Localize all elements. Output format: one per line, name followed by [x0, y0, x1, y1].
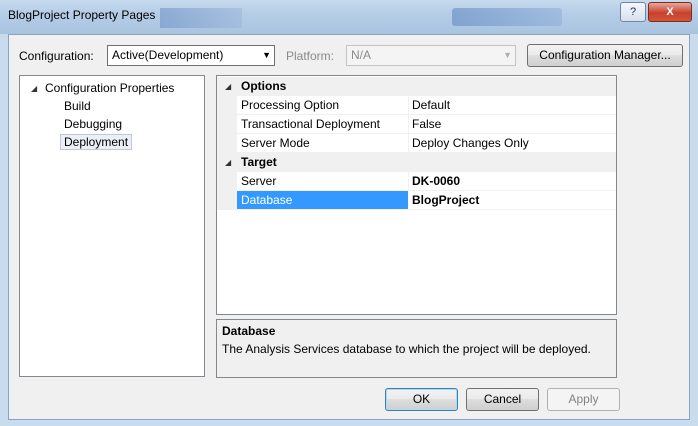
expanded-triangle-icon[interactable]: ◢ — [225, 77, 231, 96]
property-row[interactable]: Server DK-0060 — [217, 172, 616, 191]
category-label: Options — [241, 79, 287, 93]
description-title: Database — [222, 324, 276, 338]
category-label: Target — [241, 155, 277, 169]
property-row-selected[interactable]: Database BlogProject — [217, 191, 616, 210]
chevron-down-icon: ▼ — [262, 50, 271, 60]
close-button[interactable]: X — [648, 2, 692, 22]
configuration-dropdown[interactable]: Active(Development) ▼ — [107, 45, 275, 66]
selected-property-name[interactable]: Database — [237, 191, 408, 210]
background-glass-reflection — [452, 8, 562, 26]
background-glass-reflection — [160, 8, 242, 28]
platform-dropdown[interactable]: N/A ▼ — [346, 45, 516, 66]
tree-item-build[interactable]: Build — [64, 99, 91, 113]
property-grid: ◢ Options Processing Option Default Tran… — [216, 75, 617, 315]
property-value[interactable]: BlogProject — [412, 191, 479, 210]
window-title: BlogProject Property Pages — [8, 8, 156, 22]
property-pages-window: BlogProject Property Pages ? X Configura… — [0, 0, 698, 426]
description-text: The Analysis Services database to which … — [222, 342, 591, 356]
help-button[interactable]: ? — [620, 2, 646, 22]
property-row[interactable]: Processing Option Default — [217, 96, 616, 115]
tree-item-deployment[interactable]: Deployment — [60, 134, 133, 150]
column-divider — [408, 96, 409, 115]
property-row[interactable]: Transactional Deployment False — [217, 115, 616, 134]
column-divider — [408, 134, 409, 153]
property-value[interactable]: Deploy Changes Only — [412, 134, 529, 153]
configuration-manager-button[interactable]: Configuration Manager... — [527, 44, 683, 67]
property-name: Processing Option — [241, 98, 340, 112]
dialog-body: Configuration: Active(Development) ▼ Pla… — [8, 34, 690, 420]
tree-item-configuration-properties[interactable]: Configuration Properties — [45, 81, 174, 95]
property-name: Database — [241, 193, 293, 207]
column-divider — [408, 115, 409, 134]
row-gutter — [217, 96, 237, 115]
row-gutter — [217, 172, 237, 191]
tree-item-debugging[interactable]: Debugging — [64, 117, 122, 131]
platform-value: N/A — [351, 48, 372, 62]
property-value[interactable]: DK-0060 — [412, 172, 460, 191]
description-pane: Database The Analysis Services database … — [216, 319, 617, 378]
chevron-down-icon: ▼ — [503, 50, 512, 60]
category-options[interactable]: ◢ Options — [217, 77, 616, 96]
row-gutter — [217, 134, 237, 153]
row-divider — [237, 209, 616, 210]
property-name: Transactional Deployment — [241, 117, 380, 131]
expanded-triangle-icon[interactable]: ◢ — [225, 153, 231, 172]
configuration-value: Active(Development) — [112, 48, 224, 62]
apply-button[interactable]: Apply — [547, 388, 620, 411]
cancel-button[interactable]: Cancel — [466, 388, 539, 411]
expanded-triangle-icon[interactable]: ◢ — [31, 84, 37, 93]
configuration-label: Configuration: — [19, 49, 94, 63]
property-value[interactable]: False — [412, 115, 441, 134]
property-value[interactable]: Default — [412, 96, 450, 115]
title-bar[interactable]: BlogProject Property Pages ? X — [0, 0, 698, 34]
column-divider — [408, 172, 409, 191]
property-row[interactable]: Server Mode Deploy Changes Only — [217, 134, 616, 153]
ok-button[interactable]: OK — [385, 388, 458, 411]
row-gutter — [217, 115, 237, 134]
category-target[interactable]: ◢ Target — [217, 153, 616, 172]
navigation-tree: ◢ Configuration Properties Build Debuggi… — [19, 75, 205, 377]
row-gutter — [217, 191, 237, 210]
property-name: Server Mode — [241, 136, 310, 150]
property-name: Server — [241, 174, 277, 188]
platform-label: Platform: — [286, 49, 335, 63]
